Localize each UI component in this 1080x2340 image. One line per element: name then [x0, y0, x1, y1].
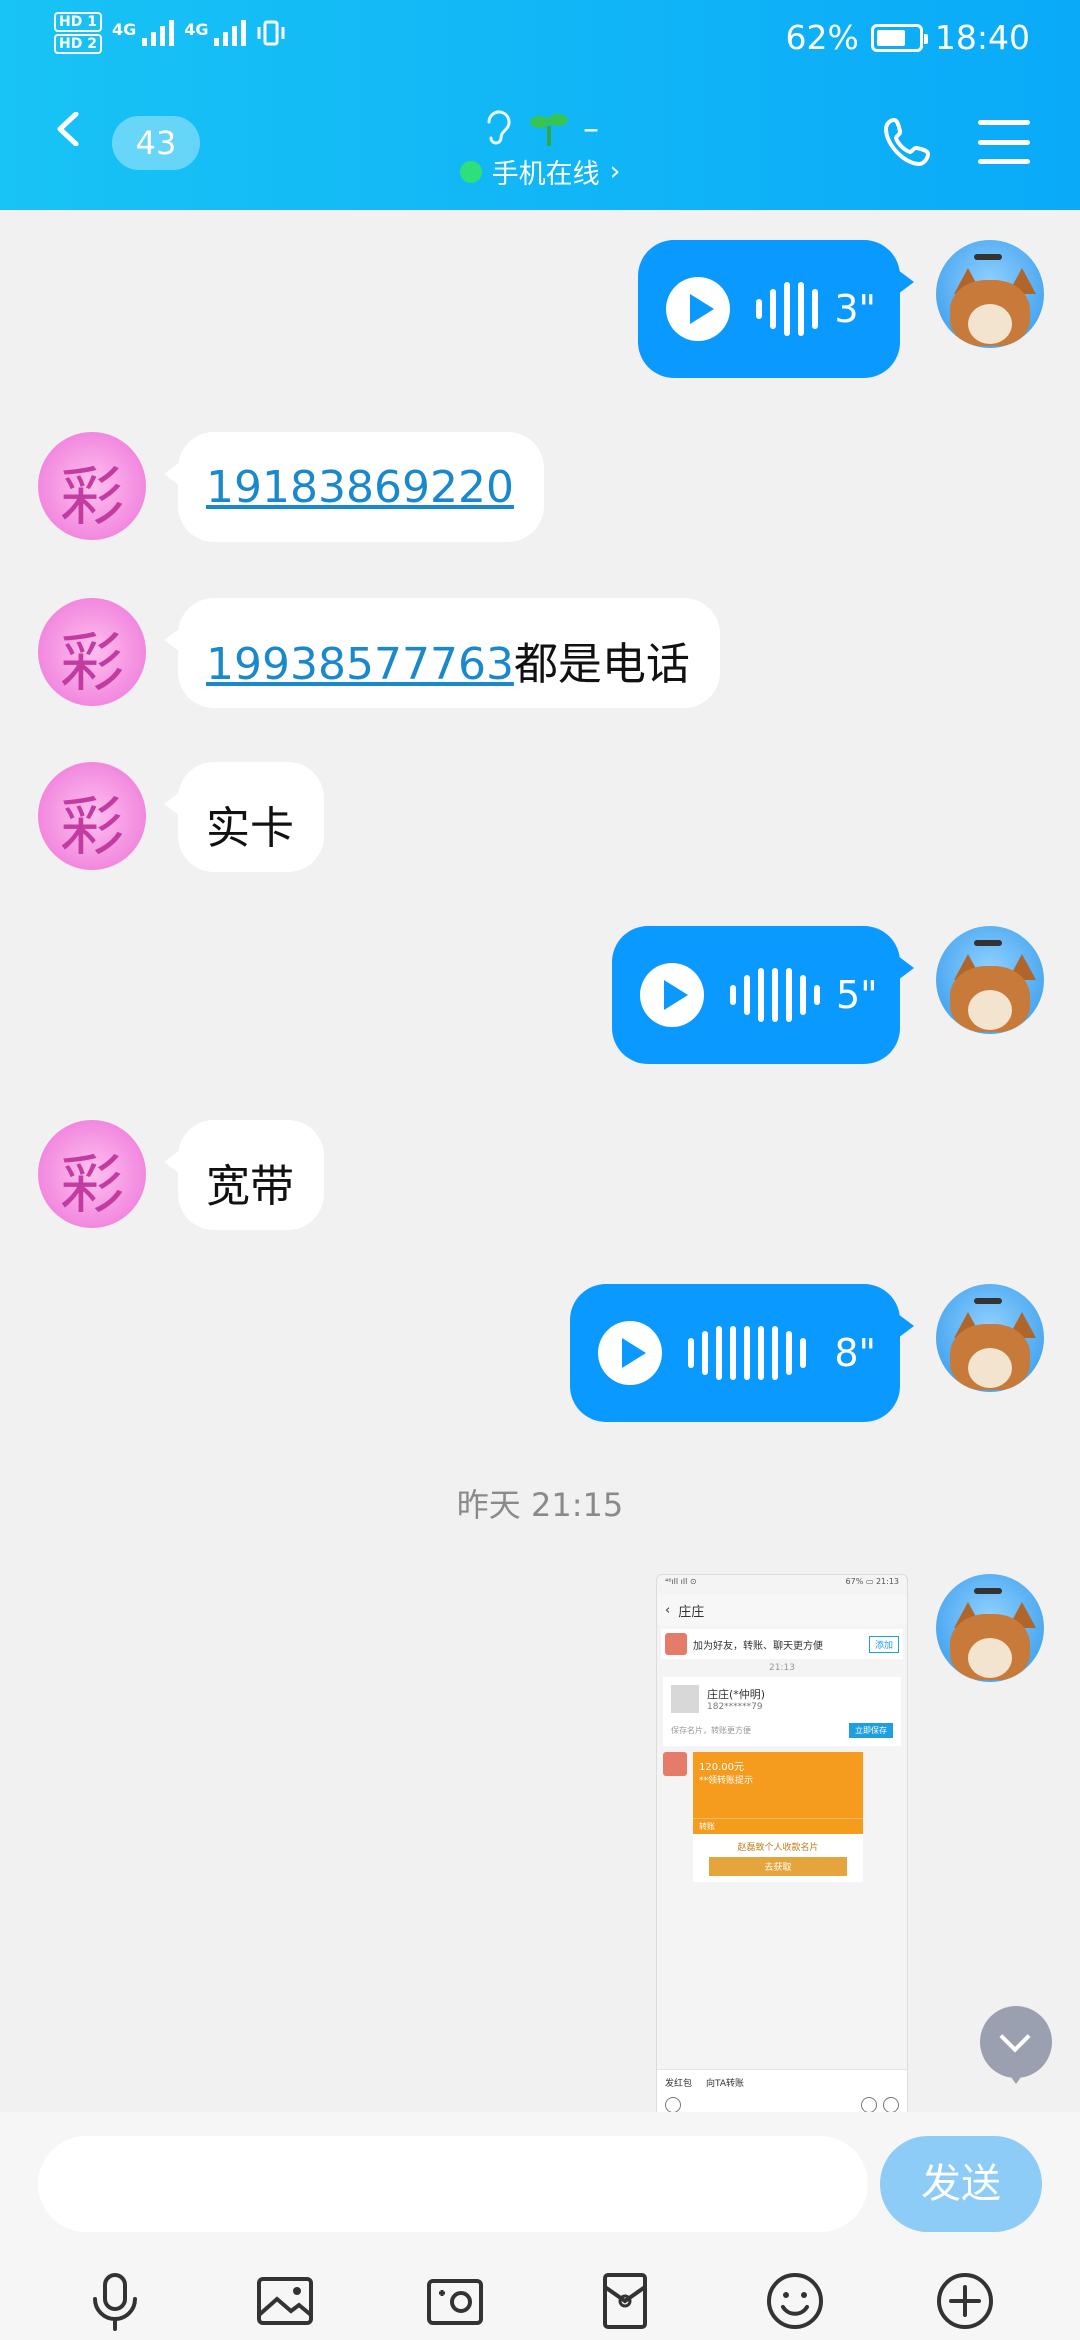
input-toolbar	[0, 2262, 1080, 2340]
text-message: 宽带	[164, 1120, 324, 1230]
menu-icon[interactable]	[978, 120, 1030, 164]
voice-duration: 5"	[836, 973, 878, 1017]
voice-message[interactable]: 8"	[570, 1284, 914, 1422]
camera-icon[interactable]	[423, 2269, 487, 2333]
clock: 18:40	[934, 18, 1030, 57]
ear-icon	[487, 110, 511, 145]
message-timestamp: 昨天 21:15	[456, 1486, 624, 1524]
contact-avatar[interactable]: 彩	[38, 598, 146, 706]
chevron-right-icon: ›	[609, 156, 621, 187]
voice-message[interactable]: 5"	[612, 926, 914, 1064]
input-bar: 发送	[0, 2112, 1080, 2340]
contact-avatar[interactable]: 彩	[38, 432, 146, 540]
contact-avatar[interactable]: 彩	[38, 762, 146, 870]
voice-duration: 3"	[834, 287, 876, 331]
text-message: 19183869220	[164, 432, 544, 542]
hd2-indicator: HD 2	[54, 34, 102, 54]
contact-avatar[interactable]: 彩	[38, 1120, 146, 1228]
status-bar-left: HD 1 HD 2 4G 4G	[54, 12, 286, 54]
my-avatar[interactable]	[936, 926, 1044, 1034]
message-text: 实卡	[206, 803, 294, 854]
my-avatar[interactable]	[936, 240, 1044, 348]
text-message: 实卡	[164, 762, 324, 872]
contact-name: –	[583, 109, 599, 147]
mic-icon[interactable]	[83, 2269, 147, 2333]
vibrate-icon	[257, 20, 285, 46]
text-message: 19938577763都是电话	[164, 598, 720, 708]
red-packet-icon[interactable]	[593, 2269, 657, 2333]
scroll-to-bottom-button[interactable]	[980, 2006, 1052, 2084]
play-icon[interactable]	[640, 963, 704, 1027]
waveform-icon	[730, 968, 820, 1022]
signal-icon: 4G	[112, 20, 175, 46]
phone-number-link[interactable]: 19938577763	[206, 639, 514, 690]
my-avatar[interactable]	[936, 1284, 1044, 1392]
emoji-icon[interactable]	[763, 2269, 827, 2333]
waveform-icon	[688, 1326, 818, 1380]
my-avatar[interactable]	[936, 1574, 1044, 1682]
online-status-text: 手机在线	[491, 159, 600, 190]
waveform-icon	[756, 282, 818, 336]
sprout-icon	[530, 114, 568, 146]
image-icon[interactable]	[253, 2269, 317, 2333]
phone-number-link[interactable]: 19183869220	[206, 462, 514, 513]
status-bar-right: 62% 18:40	[786, 18, 1030, 57]
plus-icon[interactable]	[933, 2269, 997, 2333]
chat-header: HD 1 HD 2 4G 4G 62% 18:40 43 – 手机在线 ›	[0, 0, 1080, 210]
voice-duration: 8"	[834, 1331, 876, 1375]
message-text: 都是电话	[513, 639, 690, 690]
voice-message[interactable]: 3"	[638, 240, 914, 378]
phone-icon[interactable]	[880, 114, 936, 170]
online-dot-icon	[459, 160, 482, 183]
signal-icon: 4G	[184, 20, 247, 46]
message-text: 宽带	[206, 1161, 294, 1212]
play-icon[interactable]	[666, 277, 730, 341]
play-icon[interactable]	[598, 1321, 662, 1385]
battery-percent: 62%	[785, 18, 859, 57]
message-input[interactable]	[38, 2136, 868, 2232]
battery-icon	[870, 23, 928, 52]
send-button[interactable]: 发送	[880, 2136, 1042, 2232]
image-message-screenshot[interactable]: ⁴⁶ıll ıll ⊙ 67% ▭ 21:13 ‹ 庄庄 加为好友，转账、聊天更方便…	[656, 1574, 908, 2120]
hd1-indicator: HD 1	[54, 12, 102, 32]
